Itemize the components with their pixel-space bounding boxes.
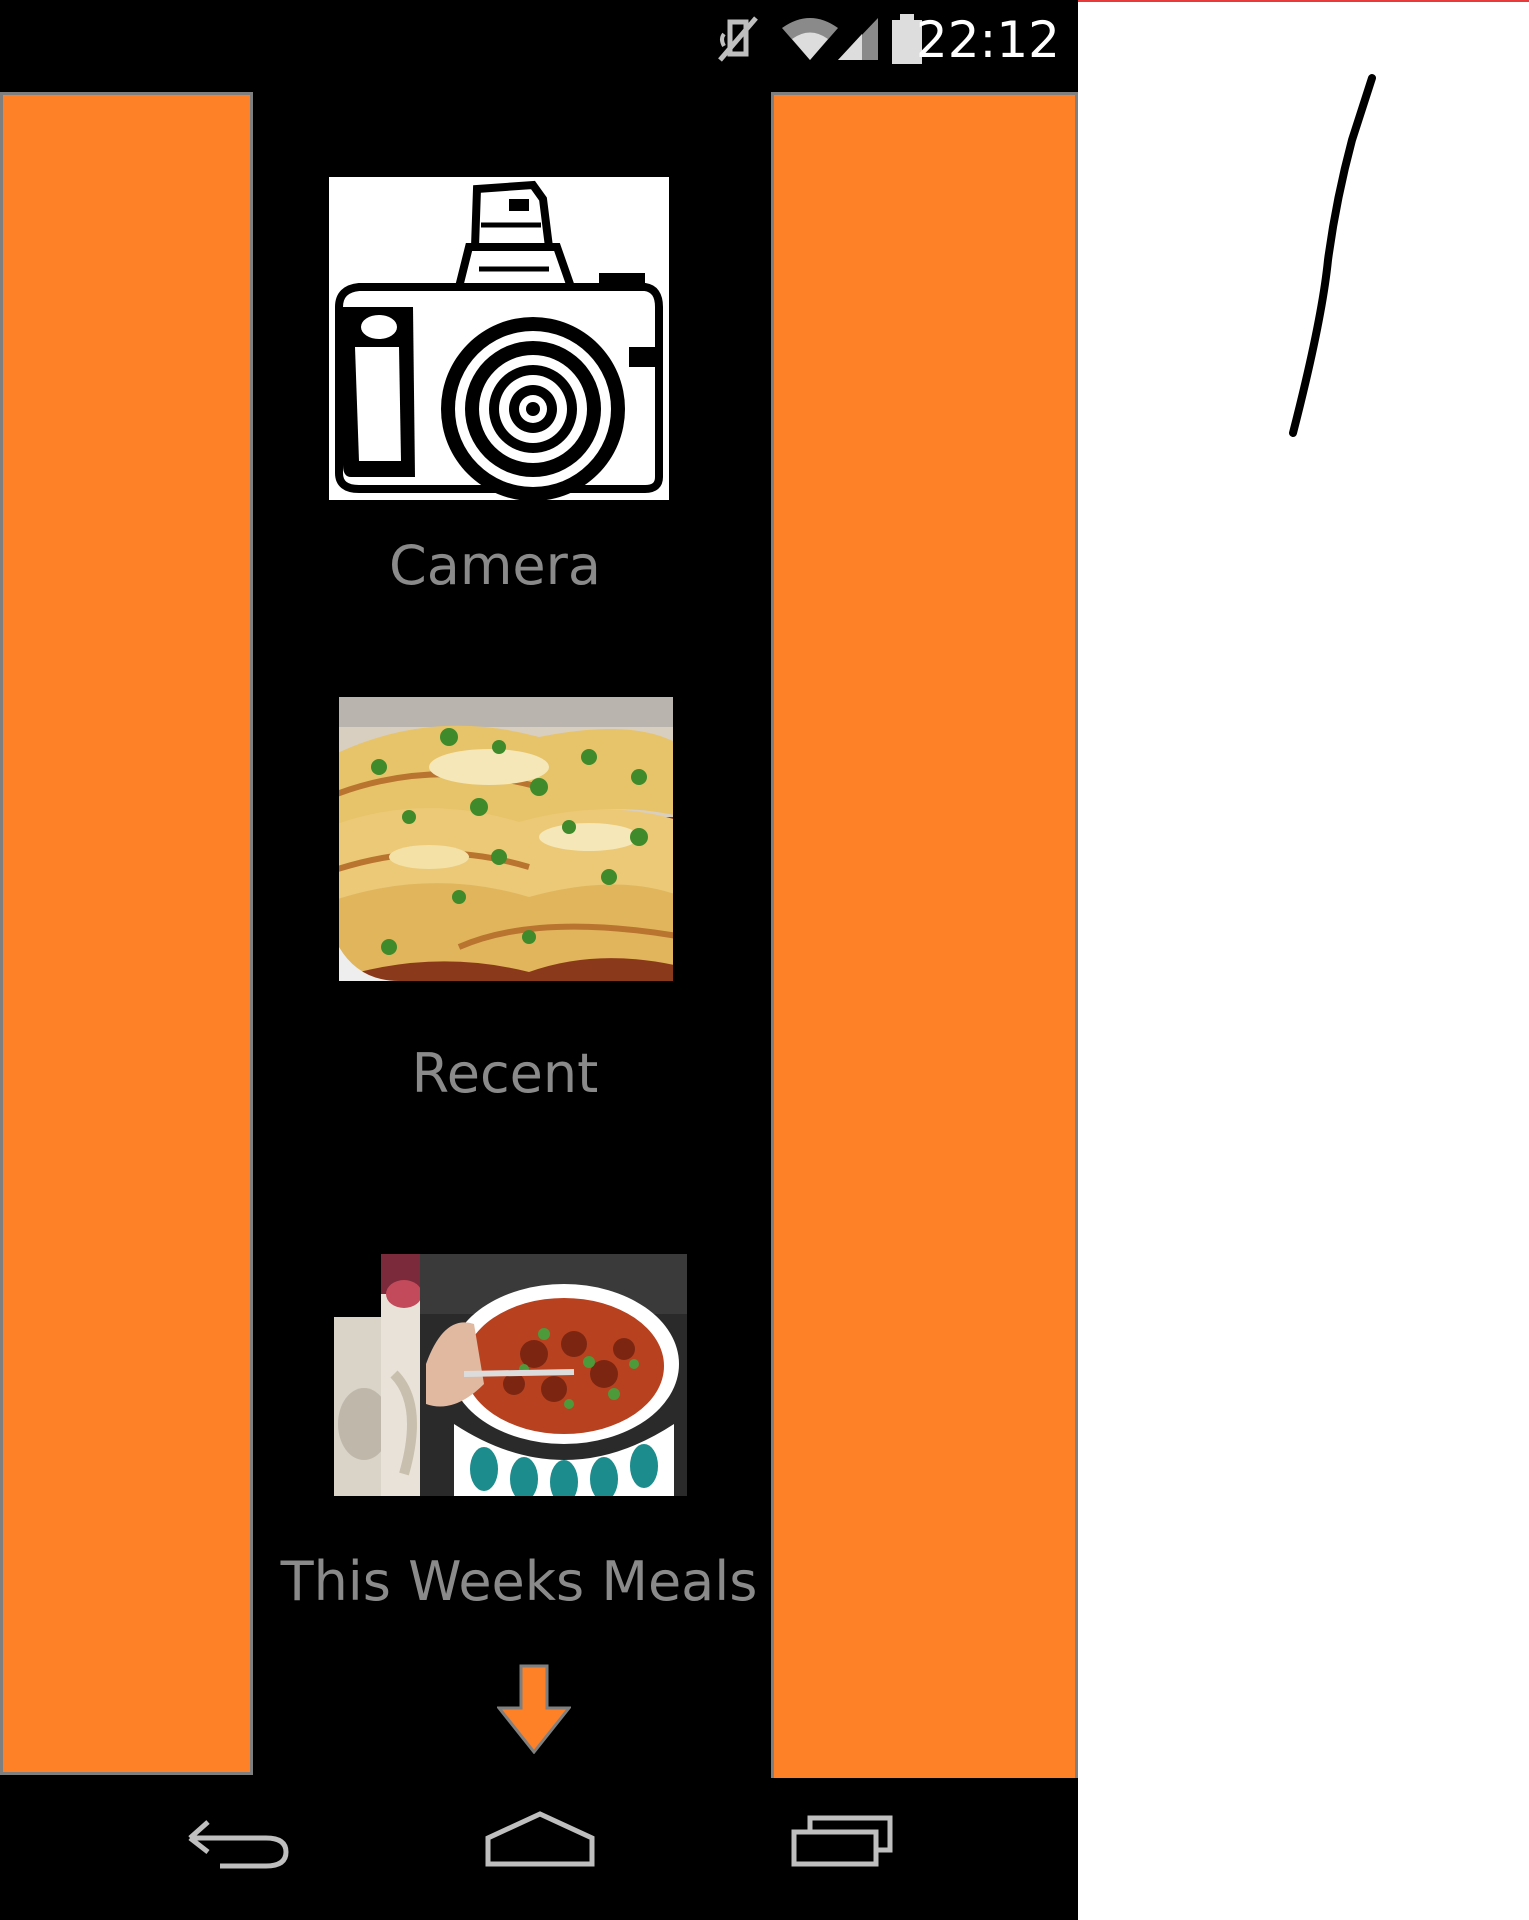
menu-item-label: Camera bbox=[389, 534, 601, 597]
signal-icon bbox=[838, 18, 878, 60]
hand-drawn-stroke bbox=[1289, 74, 1376, 437]
home-icon[interactable] bbox=[484, 1808, 596, 1878]
enchiladas-photo[interactable] bbox=[339, 697, 673, 981]
status-time: 22:12 bbox=[915, 11, 1060, 69]
back-icon[interactable] bbox=[186, 1808, 292, 1878]
arrow-down-icon[interactable] bbox=[497, 1664, 571, 1754]
phone-screen: 22:12 Camera Recent This Weeks Meals bbox=[0, 0, 1078, 1920]
menu-item-label: This Weeks Meals bbox=[280, 1550, 758, 1613]
menu-item-label: Recent bbox=[411, 1042, 599, 1105]
wifi-icon bbox=[782, 18, 838, 60]
mute-icon bbox=[718, 16, 758, 62]
navigation-bar bbox=[0, 1778, 1078, 1920]
camera-icon[interactable] bbox=[329, 177, 669, 500]
left-orange-panel[interactable] bbox=[0, 92, 253, 1775]
sketch-canvas bbox=[1078, 0, 1529, 1920]
recents-icon[interactable] bbox=[790, 1808, 896, 1878]
right-orange-panel[interactable] bbox=[771, 92, 1078, 1789]
meals-stack-photo[interactable] bbox=[334, 1254, 687, 1496]
status-bar: 22:12 bbox=[0, 0, 1078, 90]
